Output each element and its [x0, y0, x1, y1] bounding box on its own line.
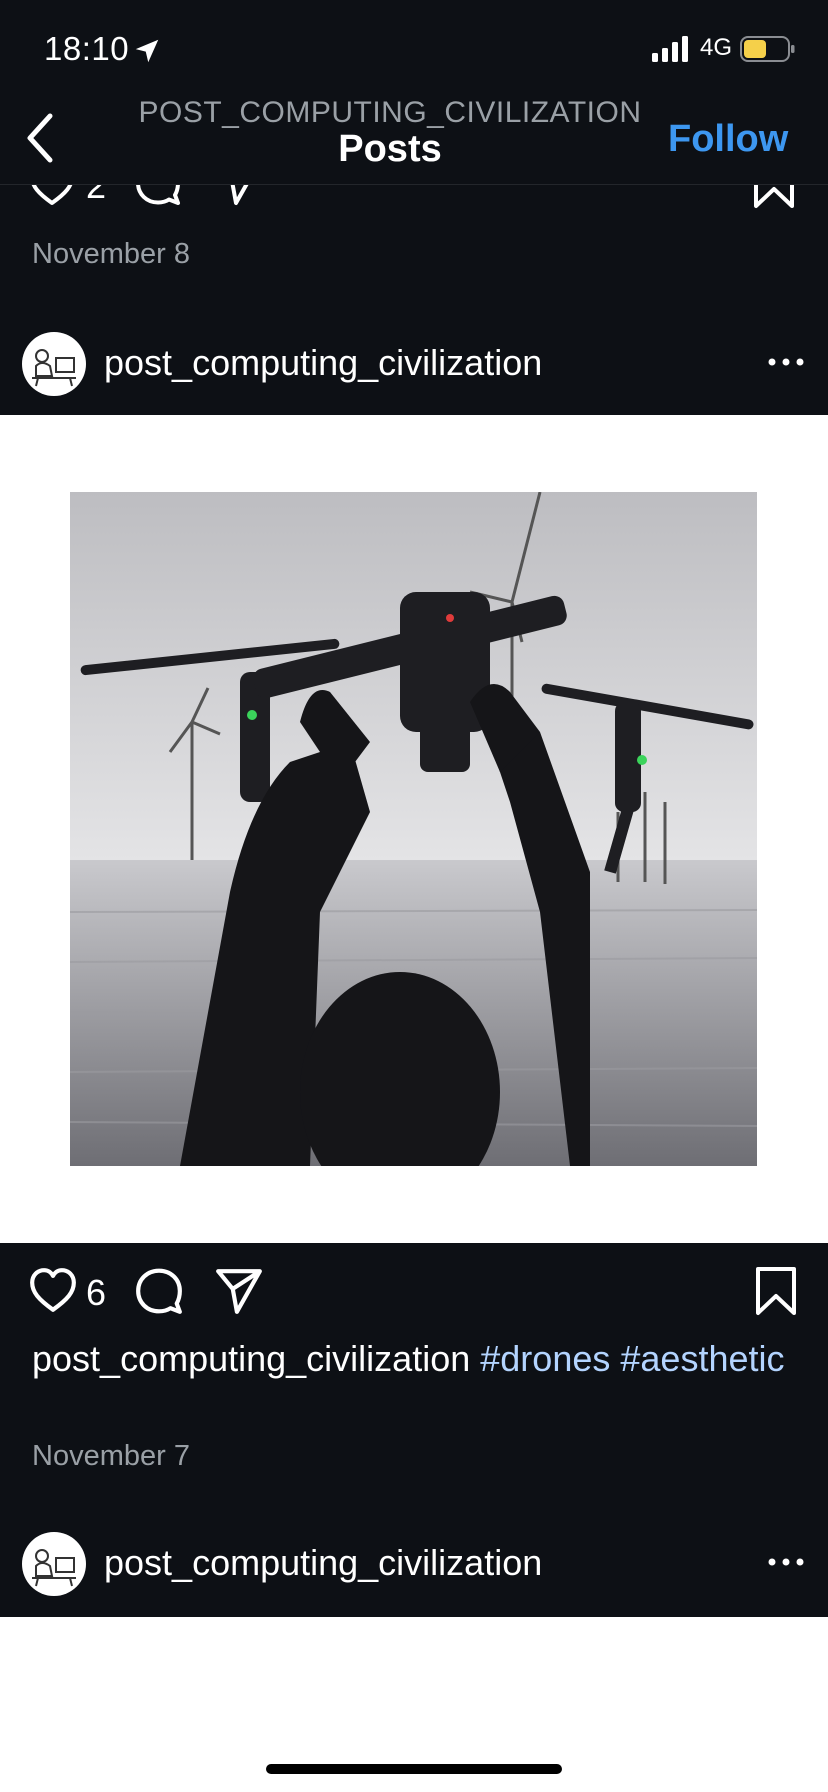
- share-icon[interactable]: [214, 1266, 264, 1316]
- page-title: Posts: [338, 128, 442, 170]
- comment-icon[interactable]: [134, 185, 182, 207]
- signal-icon: [652, 36, 688, 62]
- next-post-username[interactable]: post_computing_civilization: [104, 1542, 542, 1584]
- post-username[interactable]: post_computing_civilization: [104, 342, 542, 384]
- post-photo[interactable]: [70, 492, 757, 1166]
- previous-post-actions: 2: [0, 185, 828, 215]
- bookmark-icon[interactable]: [752, 185, 796, 209]
- account-name-header: POST_COMPUTING_CIVILIZATION: [138, 96, 642, 129]
- avatar-drawing-icon: [32, 349, 76, 387]
- post-date: November 7: [32, 1440, 190, 1472]
- previous-post-date: November 8: [32, 238, 190, 270]
- previous-like-count: 2: [86, 185, 107, 206]
- hashtag-drones[interactable]: #drones: [480, 1338, 610, 1379]
- like-count: 6: [86, 1272, 107, 1313]
- comment-icon[interactable]: [134, 1266, 184, 1316]
- like-heart-icon[interactable]: [28, 1266, 78, 1316]
- avatar[interactable]: [22, 332, 86, 396]
- status-time: 18:10: [44, 30, 130, 67]
- location-arrow-icon: [135, 39, 159, 63]
- battery-icon: [740, 36, 795, 62]
- more-options-icon[interactable]: [766, 352, 806, 372]
- hashtag-aesthetic[interactable]: #aesthetic: [620, 1338, 784, 1379]
- next-post-avatar[interactable]: [22, 1532, 86, 1596]
- network-type: 4G: [700, 34, 733, 61]
- share-icon[interactable]: [214, 185, 262, 207]
- follow-button[interactable]: Follow: [668, 118, 788, 161]
- more-options-icon[interactable]: [766, 1552, 806, 1572]
- caption-username[interactable]: post_computing_civilization: [32, 1338, 470, 1379]
- bookmark-icon[interactable]: [754, 1266, 798, 1316]
- home-indicator[interactable]: [266, 1764, 562, 1774]
- heart-icon[interactable]: [28, 185, 76, 209]
- avatar-drawing-icon: [32, 1549, 76, 1587]
- post-caption: post_computing_civilization #drones #aes…: [32, 1338, 792, 1380]
